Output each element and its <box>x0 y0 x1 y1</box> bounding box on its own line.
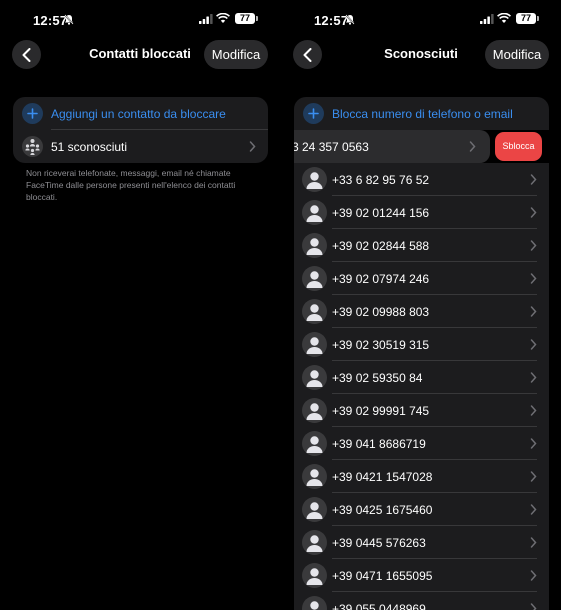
chevron-right-icon <box>530 471 537 482</box>
phone-number: +39 02 59350 84 <box>332 371 423 385</box>
list-item[interactable]: +39 02 02844 588 <box>294 229 549 262</box>
status-time: 12:57 <box>314 13 349 28</box>
person-icon <box>302 530 327 555</box>
battery-tip <box>256 16 258 21</box>
chevron-right-icon <box>530 372 537 383</box>
block-number-card: Blocca numero di telefono o email <box>294 97 549 130</box>
edit-button[interactable]: Modifica <box>204 40 268 69</box>
unknown-senders-row[interactable]: 51 sconosciuti <box>13 130 268 163</box>
phone-number: +39 02 30519 315 <box>332 338 430 352</box>
block-number-row[interactable]: Blocca numero di telefono o email <box>294 97 549 130</box>
chevron-right-icon <box>530 504 537 515</box>
swiped-list-item[interactable]: 3 24 357 0563 Sblocca <box>294 130 549 163</box>
person-icon <box>302 398 327 423</box>
chevron-right-icon <box>530 207 537 218</box>
add-contact-row[interactable]: Aggiungi un contatto da bloccare <box>13 97 268 130</box>
phone-number: +39 02 07974 246 <box>332 272 430 286</box>
person-icon <box>302 167 327 192</box>
list-item[interactable]: +39 02 01244 156 <box>294 196 549 229</box>
block-number-label: Blocca numero di telefono o email <box>332 106 513 121</box>
list-item[interactable]: +39 041 8686719 <box>294 427 549 460</box>
phone-number: +33 6 82 95 76 52 <box>332 173 430 187</box>
phone-number: +39 0445 576263 <box>332 536 426 550</box>
chevron-right-icon <box>530 438 537 449</box>
phone-number: +39 055 0448969 <box>332 602 426 610</box>
footnote-text: Non riceverai telefonate, messaggi, emai… <box>26 168 236 202</box>
list-item[interactable]: +39 02 09988 803 <box>294 295 549 328</box>
chevron-right-icon <box>530 174 537 185</box>
unknown-numbers-list: 3 24 357 0563 Sblocca +33 6 82 95 76 52 +… <box>294 130 549 610</box>
unknown-senders-screen: 12:57 77 Sconosciuti Modifica Blocca num… <box>281 0 561 610</box>
chevron-right-icon <box>530 570 537 581</box>
phone-number: +39 02 02844 588 <box>332 239 430 253</box>
status-bar: 12:57 77 <box>281 0 561 40</box>
phone-number: +39 02 01244 156 <box>332 206 430 220</box>
person-icon <box>302 464 327 489</box>
list-item[interactable]: +39 0445 576263 <box>294 526 549 559</box>
list-item[interactable]: +39 02 99991 745 <box>294 394 549 427</box>
person-icon <box>302 431 327 456</box>
signal-icon <box>480 14 494 24</box>
chevron-right-icon <box>530 306 537 317</box>
chevron-right-icon <box>530 339 537 350</box>
unknown-senders-label: 51 sconosciuti <box>51 139 128 154</box>
status-time: 12:57 <box>33 13 68 28</box>
edit-button[interactable]: Modifica <box>485 40 549 69</box>
unblock-button[interactable]: Sblocca <box>495 132 542 161</box>
person-icon <box>302 596 327 610</box>
battery-indicator: 77 <box>516 13 536 24</box>
add-contact-label: Aggiungi un contatto da bloccare <box>51 106 226 121</box>
plus-icon <box>22 103 43 124</box>
wifi-icon <box>216 13 230 23</box>
person-icon <box>302 200 327 225</box>
list-item[interactable]: +39 0425 1675460 <box>294 493 549 526</box>
chevron-right-icon <box>530 273 537 284</box>
person-icon <box>302 563 327 588</box>
phone-number: +39 0425 1675460 <box>332 503 433 517</box>
phone-number: +39 0471 1655095 <box>332 569 433 583</box>
list-item[interactable]: +33 6 82 95 76 52 <box>294 163 549 196</box>
bell-slash-icon <box>345 14 355 25</box>
blocked-contacts-card: Aggiungi un contatto da bloccare 51 scon… <box>13 97 268 163</box>
person-icon <box>302 332 327 357</box>
blocked-contacts-screen: 12:57 77 Contatti bloccati Modifica Aggi… <box>0 0 280 610</box>
chevron-right-icon <box>249 141 256 152</box>
phone-number: +39 02 99991 745 <box>332 404 430 418</box>
chevron-right-icon <box>530 537 537 548</box>
chevron-right-icon <box>530 603 537 610</box>
plus-icon <box>303 103 324 124</box>
battery-tip <box>537 16 539 21</box>
person-icon <box>302 497 327 522</box>
bell-slash-icon <box>64 14 74 25</box>
group-icon <box>22 136 43 157</box>
person-icon <box>302 266 327 291</box>
chevron-right-icon <box>469 141 476 152</box>
phone-number: +39 02 09988 803 <box>332 305 430 319</box>
signal-icon <box>199 14 213 24</box>
list-item[interactable]: +39 0471 1655095 <box>294 559 549 592</box>
chevron-right-icon <box>530 405 537 416</box>
status-bar: 12:57 77 <box>0 0 280 40</box>
wifi-icon <box>497 13 511 23</box>
person-icon <box>302 233 327 258</box>
list-item[interactable]: +39 02 07974 246 <box>294 262 549 295</box>
person-icon <box>302 299 327 324</box>
swiped-row-content[interactable]: 3 24 357 0563 <box>294 130 490 163</box>
list-item[interactable]: +39 055 0448969 <box>294 592 549 610</box>
phone-number: 3 24 357 0563 <box>294 140 369 154</box>
battery-indicator: 77 <box>235 13 255 24</box>
list-item[interactable]: +39 02 59350 84 <box>294 361 549 394</box>
chevron-right-icon <box>530 240 537 251</box>
phone-number: +39 041 8686719 <box>332 437 426 451</box>
list-item[interactable]: +39 0421 1547028 <box>294 460 549 493</box>
person-icon <box>302 365 327 390</box>
phone-number: +39 0421 1547028 <box>332 470 433 484</box>
list-item[interactable]: +39 02 30519 315 <box>294 328 549 361</box>
